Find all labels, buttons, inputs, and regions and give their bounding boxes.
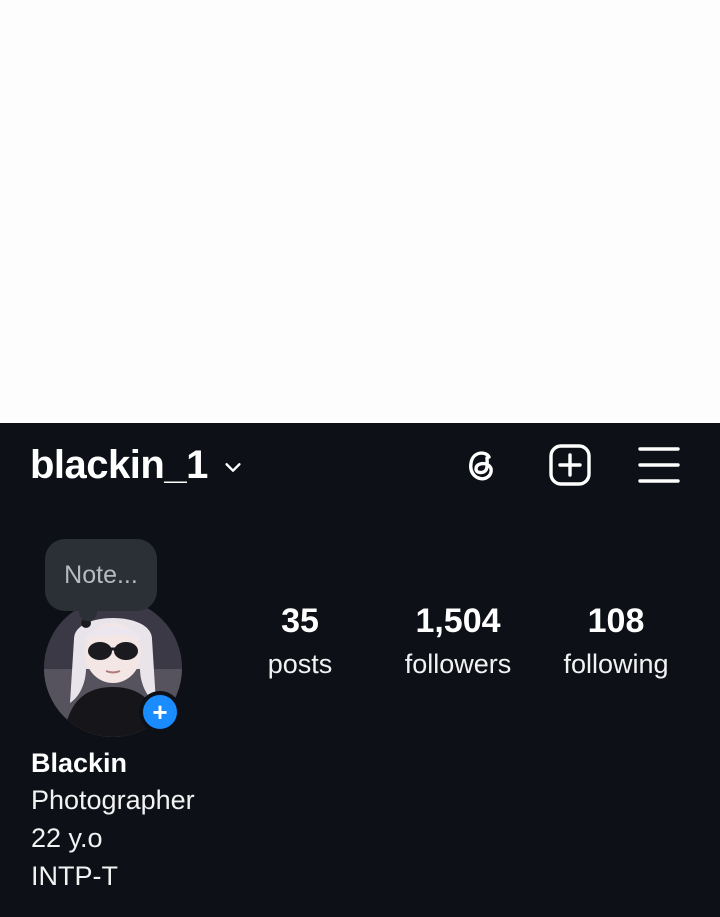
- profile-panel: blackin_1 Note... + 35 posts 1,504 follo…: [0, 423, 720, 917]
- menu-icon[interactable]: [637, 443, 681, 487]
- followers-count: 1,504: [415, 602, 501, 640]
- chevron-down-icon: [225, 463, 241, 472]
- add-story-button[interactable]: +: [139, 691, 181, 733]
- posts-label: posts: [267, 649, 333, 679]
- plus-icon: +: [152, 697, 168, 727]
- bio-line: INTP-T: [31, 861, 118, 891]
- blank-area: [0, 0, 720, 423]
- bio-line: Photographer: [31, 785, 195, 815]
- username: blackin_1: [30, 443, 208, 487]
- add-post-icon[interactable]: [548, 443, 592, 487]
- following-count: 108: [587, 602, 645, 640]
- stat-following[interactable]: 108 following: [550, 599, 682, 683]
- following-label: following: [563, 649, 669, 679]
- account-switcher[interactable]: blackin_1: [30, 441, 244, 489]
- profile-header: blackin_1: [0, 423, 720, 505]
- followers-label: followers: [404, 649, 512, 679]
- note-placeholder: Note...: [64, 560, 138, 589]
- stat-followers[interactable]: 1,504 followers: [392, 599, 524, 683]
- posts-count: 35: [281, 602, 319, 640]
- bio-line: 22 y.o: [31, 823, 103, 853]
- bio: Blackin Photographer 22 y.o INTP-T: [31, 745, 195, 895]
- threads-icon[interactable]: [459, 443, 503, 487]
- stat-posts[interactable]: 35 posts: [250, 599, 350, 683]
- display-name: Blackin: [31, 748, 128, 778]
- note-bubble[interactable]: Note...: [45, 539, 157, 621]
